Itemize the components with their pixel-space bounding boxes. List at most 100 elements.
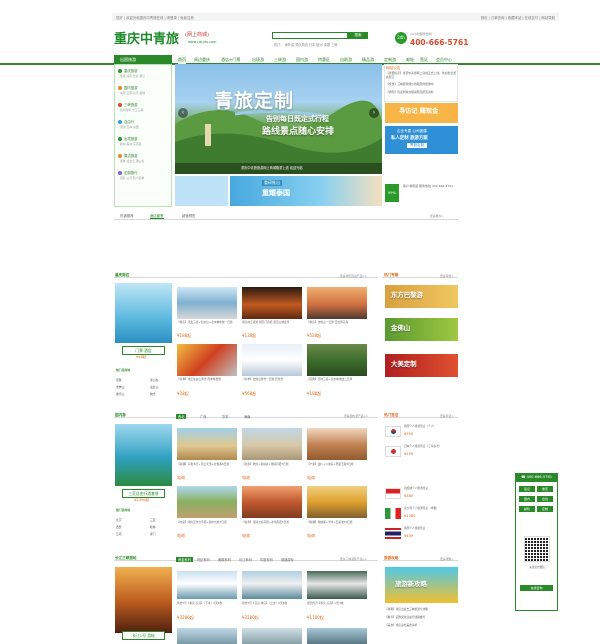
hot-destination-link[interactable]: 三亚 xyxy=(150,518,156,522)
visa-item[interactable]: 意大利个人旅游签证（申根） ¥1380 xyxy=(385,506,458,523)
sidebar-sub-links[interactable]: 武隆 仙女山 黑山谷 xyxy=(120,159,144,163)
feature-label[interactable]: 三亚自由行酒套餐 xyxy=(122,489,165,498)
product-image[interactable] xyxy=(177,486,237,518)
nav-item-hotel[interactable]: 酒店+门票 xyxy=(221,55,240,64)
float-button[interactable]: 出境 xyxy=(537,496,553,502)
product-image[interactable] xyxy=(307,571,367,599)
float-button[interactable]: 定制 xyxy=(537,506,553,512)
product-title[interactable]: 【冬季】金佛山滑雪一日游 赏雪景 xyxy=(242,377,302,382)
product-title[interactable]: 【新疆】喀纳斯+禾木+五彩滩10日游 xyxy=(307,520,367,525)
top-right-links[interactable]: 首页 | 订单查询 | 收藏本站 | 在线支付 | 网站导航 xyxy=(481,15,555,20)
nav-item-visa[interactable]: 签证 xyxy=(420,55,428,64)
product-image[interactable] xyxy=(242,344,302,376)
more-link[interactable]: 更多三峡游轮产品>> xyxy=(340,557,367,561)
product-image[interactable] xyxy=(242,486,302,518)
product-image[interactable] xyxy=(242,571,302,599)
product-title[interactable]: 【甘肃】敦煌+嘉峪关+张掖丹霞7日游 xyxy=(242,462,302,467)
more-link[interactable]: 更多推荐> xyxy=(430,214,444,218)
product-title[interactable]: 【甘肃】张掖七彩丹霞+冰沟丹霞5日游 xyxy=(242,520,302,525)
product-title[interactable]: 世纪传奇【重庆-宜昌】4天3晚 xyxy=(307,601,367,606)
small-promo-image[interactable] xyxy=(175,176,228,206)
announcement-item[interactable]: 【优惠】三峡游轮特价线路限时抢购中 xyxy=(386,82,456,87)
tab-east[interactable]: 华东 xyxy=(222,414,228,419)
float-button[interactable]: 重庆 xyxy=(537,486,553,492)
hot-destination-link[interactable]: 桂林 xyxy=(150,525,156,529)
topic-card[interactable]: 金佛山 xyxy=(385,318,458,341)
tab-presale[interactable]: 超值预售 xyxy=(182,213,196,218)
hot-destination-link[interactable]: 统景 xyxy=(150,392,156,396)
site-logo[interactable]: 重庆中青旅 xyxy=(114,28,179,47)
hot-search-links[interactable]: 热门： 海外游 重庆周边 日本 欧洲 泰国 三峡 xyxy=(274,42,337,47)
product-image[interactable] xyxy=(177,344,237,376)
visa-item[interactable]: 韩国个人旅游签证（个人） ¥590 xyxy=(385,424,458,441)
more-link[interactable]: 更多攻略> xyxy=(440,557,454,561)
sidebar-sub-links[interactable]: 豪华游轮 长江三峡 xyxy=(120,108,143,112)
sidebar-sub-links[interactable]: 海南 云南 北京 桂林 xyxy=(120,91,145,95)
online-consult-button[interactable]: 在线咨询 xyxy=(520,585,553,591)
product-title[interactable]: 【武隆】天坑三桥+龙水峡地缝二日游 xyxy=(307,377,367,382)
sidebar-item-chongqing[interactable]: 重庆旅游 xyxy=(118,68,138,73)
nav-item-special[interactable]: 特惠区 xyxy=(318,55,330,64)
product-image[interactable] xyxy=(177,428,237,460)
guide-banner[interactable]: 旅游新攻略 xyxy=(385,567,458,603)
thailand-promo-banner[interactable] xyxy=(230,176,382,206)
sidebar-item-nearby[interactable]: 周边旅游 xyxy=(118,153,138,158)
float-button[interactable]: 邮轮 xyxy=(519,506,535,512)
visa-item[interactable]: 新加坡个人旅游签证 ¥380 xyxy=(385,486,458,503)
hot-destination-link[interactable]: 西安 xyxy=(116,525,122,529)
tab-regular[interactable]: 普通游轮 xyxy=(281,557,294,562)
nav-item-sanxia[interactable]: 三峡游 xyxy=(274,55,286,64)
nav-item-cruise[interactable]: 邮轮 xyxy=(406,55,414,64)
product-title[interactable]: 【重庆】天生三桥+仙女山+龙水峡地缝一日游 xyxy=(177,320,237,325)
tab-meiwei[interactable]: 美维系列 xyxy=(218,557,231,562)
tab-hotel[interactable]: 酒店套餐 xyxy=(150,213,164,219)
feature-label[interactable]: 长江1号 游轮 xyxy=(122,631,165,640)
nav-item-local[interactable]: 周边重庆 xyxy=(194,55,210,64)
sidebar-item-sanxia[interactable]: 三峡旅游 xyxy=(118,102,138,107)
feature-image[interactable] xyxy=(115,567,172,633)
travel-notes-banner[interactable]: 寻访记 赚现金 xyxy=(385,103,458,123)
custom-tour-banner[interactable]: 企业专属 公司团建 私人定制 旅游方案 青旅定制 xyxy=(385,126,458,154)
guide-item[interactable]: 【美食】重庆必吃美食清单 xyxy=(385,623,458,628)
float-button[interactable]: 国内 xyxy=(519,496,535,502)
product-image[interactable] xyxy=(177,571,237,599)
visa-item[interactable]: 日本个人旅游签证（三年多次） ¥599 xyxy=(385,444,458,461)
tab-changjiang[interactable]: 长江系列 xyxy=(239,557,252,562)
floating-phone[interactable]: ☎ 400-666-5761 xyxy=(515,473,558,482)
more-link[interactable]: 更多重庆周边产品>> xyxy=(340,274,367,278)
product-image[interactable] xyxy=(307,428,367,460)
product-title[interactable]: 【重庆】金佛山一日游 赏杜鹃花海 xyxy=(307,320,367,325)
hot-destination-link[interactable]: 北京 xyxy=(116,518,122,522)
tab-hainan[interactable]: 海南 xyxy=(244,414,250,419)
product-image[interactable] xyxy=(307,287,367,319)
more-link[interactable]: 更多专题> xyxy=(440,274,454,278)
tab-hot[interactable]: 热销推荐 xyxy=(120,213,134,218)
nav-item-premium[interactable]: 精品游 xyxy=(362,55,374,64)
nav-item-home[interactable]: 首页 xyxy=(178,55,186,64)
sidebar-sub-links[interactable]: 团队 公司 私人定制 xyxy=(120,176,144,180)
nav-item-custom[interactable]: 定制游 xyxy=(384,55,396,64)
hot-destination-link[interactable]: 云南 xyxy=(116,532,122,536)
more-link[interactable]: 更多国内游产品>> xyxy=(344,414,368,418)
hot-destination-link[interactable]: 仙女山 xyxy=(150,385,158,389)
announcement-item[interactable]: 【重要提示】重庆中青旅网上商城正式上线，欢迎各位游客预订 xyxy=(386,71,456,79)
visa-item[interactable]: 泰国个人旅游签证 ¥439 xyxy=(385,526,458,543)
guide-item[interactable]: 【推荐】武隆天坑自由行线路推荐 xyxy=(385,615,458,620)
more-link[interactable]: 更多签证> xyxy=(440,414,454,418)
feature-image[interactable] xyxy=(115,424,172,486)
product-title[interactable]: 黄金5号【重庆-宜昌】（下水）4天3晚 xyxy=(177,601,237,606)
top-left-links[interactable]: 您好 | 欢迎光临重庆中青旅在线 | 请登录 | 免费注册 xyxy=(116,15,194,20)
hot-destination-link[interactable]: 武隆 xyxy=(116,378,122,382)
sidebar-item-domestic[interactable]: 国内旅游 xyxy=(118,85,138,90)
product-title[interactable]: 【新疆】乌鲁木齐+天山天池+吐鲁番8日游 xyxy=(177,462,237,467)
product-title[interactable]: 【内蒙】呼伦贝尔大草原+额尔古纳7日游 xyxy=(177,520,237,525)
nav-item-self[interactable]: 自助游 xyxy=(340,55,352,64)
search-input[interactable] xyxy=(272,32,348,39)
float-button[interactable]: 签证 xyxy=(519,486,535,492)
banner-caption[interactable]: 重庆中青旅旅游网上商城隆重上线 欢迎光临 xyxy=(175,163,382,174)
guide-item[interactable]: 【攻略】重庆出发去三峡旅游全攻略 xyxy=(385,607,458,612)
product-title[interactable]: 【宁夏】银川+沙坡头+西夏王陵5日游 xyxy=(307,462,367,467)
search-button[interactable]: 搜索 xyxy=(348,32,368,39)
sidebar-sub-links[interactable]: 欧洲 美洲 东南亚 xyxy=(120,142,141,146)
nav-item-member[interactable]: 会员中心 xyxy=(436,55,452,64)
